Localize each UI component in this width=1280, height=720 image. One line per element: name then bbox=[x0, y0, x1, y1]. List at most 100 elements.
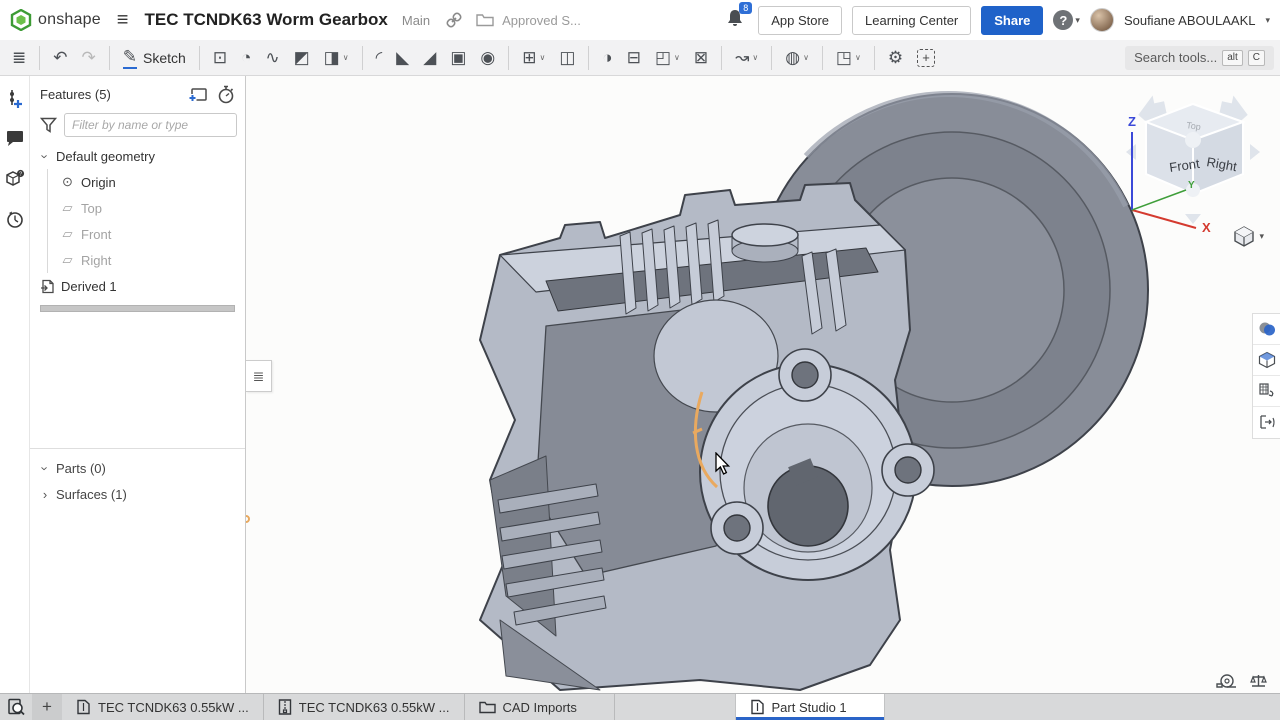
document-title[interactable]: TEC TCNDK63 Worm Gearbox bbox=[144, 10, 387, 30]
exploded-view-button[interactable] bbox=[1253, 407, 1280, 438]
shell-button[interactable]: ▣ bbox=[444, 45, 472, 71]
mouse-cursor bbox=[714, 452, 734, 476]
tab-label: Part Studio 1 bbox=[772, 700, 847, 715]
pattern-icon: ⊞ bbox=[522, 48, 536, 68]
surface-button[interactable]: ◍∨ bbox=[779, 45, 815, 71]
comment-icon bbox=[5, 130, 25, 148]
notification-badge: 8 bbox=[739, 2, 752, 14]
section-view-button[interactable] bbox=[1253, 376, 1280, 407]
view-cube-top-label[interactable]: Top bbox=[1186, 120, 1202, 132]
main-menu-icon[interactable]: ≡ bbox=[109, 9, 137, 32]
folder-label[interactable]: Approved S... bbox=[502, 13, 581, 28]
rollback-history-button[interactable] bbox=[217, 85, 235, 104]
curve-button[interactable]: ↝∨ bbox=[729, 45, 764, 71]
sketch-button[interactable]: ✎ Sketch bbox=[117, 44, 192, 72]
tree-item-top-plane[interactable]: ▱ Top bbox=[30, 195, 245, 221]
dropdown-caret-icon: ∨ bbox=[752, 53, 758, 62]
chamfer-button[interactable]: ◣ bbox=[390, 45, 415, 71]
user-menu-caret-icon[interactable]: ▾ bbox=[1265, 15, 1270, 26]
revolve-icon: ◔ bbox=[241, 48, 251, 68]
loft-button[interactable]: ◩ bbox=[288, 45, 316, 71]
user-avatar[interactable] bbox=[1090, 8, 1114, 32]
link-icon[interactable] bbox=[446, 12, 462, 28]
extrude-button[interactable]: ⊡ bbox=[207, 45, 233, 71]
tab-cad-imports[interactable]: CAD Imports bbox=[465, 694, 615, 720]
sweep-button[interactable]: ∿ bbox=[259, 45, 285, 71]
mass-properties-button[interactable] bbox=[1249, 673, 1268, 690]
notifications-button[interactable]: 8 bbox=[722, 6, 748, 35]
history-icon bbox=[5, 209, 25, 229]
insert-custom-feature-button[interactable]: + bbox=[911, 46, 941, 70]
history-panel-button[interactable] bbox=[4, 208, 26, 230]
chevron-right-icon[interactable]: › bbox=[40, 487, 50, 502]
undo-button[interactable]: ↶ bbox=[47, 45, 73, 71]
featurescript-tools-button[interactable]: ⚙ bbox=[882, 45, 909, 71]
tree-item-derived-1[interactable]: Derived 1 bbox=[30, 273, 245, 299]
revolve-button[interactable]: ◔ bbox=[235, 45, 257, 71]
chevron-down-icon[interactable]: › bbox=[38, 151, 53, 161]
thicken-button[interactable]: ◨∨ bbox=[318, 45, 355, 71]
onshape-logo[interactable]: onshape bbox=[10, 9, 101, 31]
z-axis-label: Z bbox=[1128, 114, 1136, 129]
tree-item-origin[interactable]: ⊙ Origin bbox=[30, 169, 245, 195]
insert-tab-button[interactable]: + bbox=[32, 694, 62, 720]
hole-icon: ◉ bbox=[480, 48, 495, 68]
view-mode-cube-icon bbox=[1232, 224, 1256, 248]
featurescript-notices-button[interactable]: ? bbox=[4, 168, 26, 190]
kbd-c: C bbox=[1248, 50, 1265, 66]
graphics-viewport[interactable]: Front Right Top Z X Y ▾ bbox=[246, 76, 1280, 693]
tree-item-default-geometry[interactable]: › Default geometry bbox=[30, 143, 245, 169]
user-name[interactable]: Soufiane ABOULAAKL bbox=[1124, 13, 1256, 28]
split-button[interactable]: ⊟ bbox=[621, 45, 647, 71]
tab-part-studio-1[interactable]: Part Studio 1 bbox=[735, 694, 885, 720]
tab-part-studio-doc1[interactable]: TEC TCNDK63 0.55kW ... bbox=[62, 694, 264, 720]
comments-panel-button[interactable] bbox=[4, 128, 26, 150]
learning-center-button[interactable]: Learning Center bbox=[852, 6, 971, 35]
configurations-icon bbox=[6, 89, 24, 109]
surfaces-list-header[interactable]: › Surfaces (1) bbox=[30, 481, 245, 507]
parts-list-header[interactable]: › Parts (0) bbox=[30, 455, 245, 481]
boolean-button[interactable]: ◑ bbox=[596, 45, 618, 71]
pattern-button[interactable]: ⊞∨ bbox=[516, 45, 551, 71]
measure-tool-button[interactable] bbox=[1215, 673, 1237, 690]
transform-button[interactable]: ◰∨ bbox=[649, 45, 686, 71]
delete-face-icon: ⊠ bbox=[694, 48, 708, 68]
chamfer-icon: ◣ bbox=[396, 48, 409, 68]
create-folder-button[interactable] bbox=[188, 87, 207, 102]
appearance-panel-button[interactable] bbox=[1253, 314, 1280, 345]
right-rail bbox=[1252, 313, 1280, 439]
shell-icon: ▣ bbox=[450, 48, 466, 68]
redo-button[interactable]: ↷ bbox=[76, 45, 102, 71]
rollback-bar[interactable] bbox=[40, 305, 235, 312]
draft-button[interactable]: ◢ bbox=[417, 45, 442, 71]
view-options-button[interactable]: ▾ bbox=[1232, 224, 1264, 248]
hole-button[interactable]: ◉ bbox=[474, 45, 501, 71]
configurations-panel-button[interactable] bbox=[4, 88, 26, 110]
delete-face-button[interactable]: ⊠ bbox=[688, 45, 714, 71]
cube-question-icon: ? bbox=[5, 169, 25, 189]
search-tools-box[interactable]: Search tools... alt C bbox=[1125, 46, 1274, 70]
sheet-metal-button[interactable]: ◳∨ bbox=[830, 45, 867, 71]
sheet-metal-icon: ◳ bbox=[836, 48, 852, 68]
insert-feature-icon: + bbox=[917, 49, 935, 67]
app-store-button[interactable]: App Store bbox=[758, 6, 842, 35]
plane-icon: ▱ bbox=[60, 200, 75, 216]
chevron-down-icon[interactable]: › bbox=[38, 463, 53, 473]
tree-item-front-plane[interactable]: ▱ Front bbox=[30, 221, 245, 247]
feature-list-toggle-button[interactable]: ≣ bbox=[6, 45, 32, 71]
fillet-button[interactable]: ◜ bbox=[370, 45, 389, 71]
help-menu[interactable]: ? ▾ bbox=[1053, 10, 1080, 30]
mirror-button[interactable]: ◫ bbox=[553, 45, 581, 71]
features-flyout-handle[interactable]: ≣ bbox=[246, 360, 272, 392]
view-cube[interactable]: Front Right Top Z X Y bbox=[1118, 82, 1268, 232]
tree-item-right-plane[interactable]: ▱ Right bbox=[30, 247, 245, 273]
filter-button[interactable] bbox=[40, 117, 57, 133]
search-tabs-button[interactable] bbox=[0, 694, 32, 720]
named-views-button[interactable] bbox=[1253, 345, 1280, 376]
tab-zip-doc[interactable]: TEC TCNDK63 0.55kW ... bbox=[264, 694, 465, 720]
workspace-branch[interactable]: Main bbox=[402, 13, 430, 28]
logo-wordmark: onshape bbox=[38, 11, 101, 29]
y-axis-label: Y bbox=[1188, 180, 1195, 191]
filter-input[interactable] bbox=[64, 113, 237, 137]
share-button[interactable]: Share bbox=[981, 6, 1043, 35]
